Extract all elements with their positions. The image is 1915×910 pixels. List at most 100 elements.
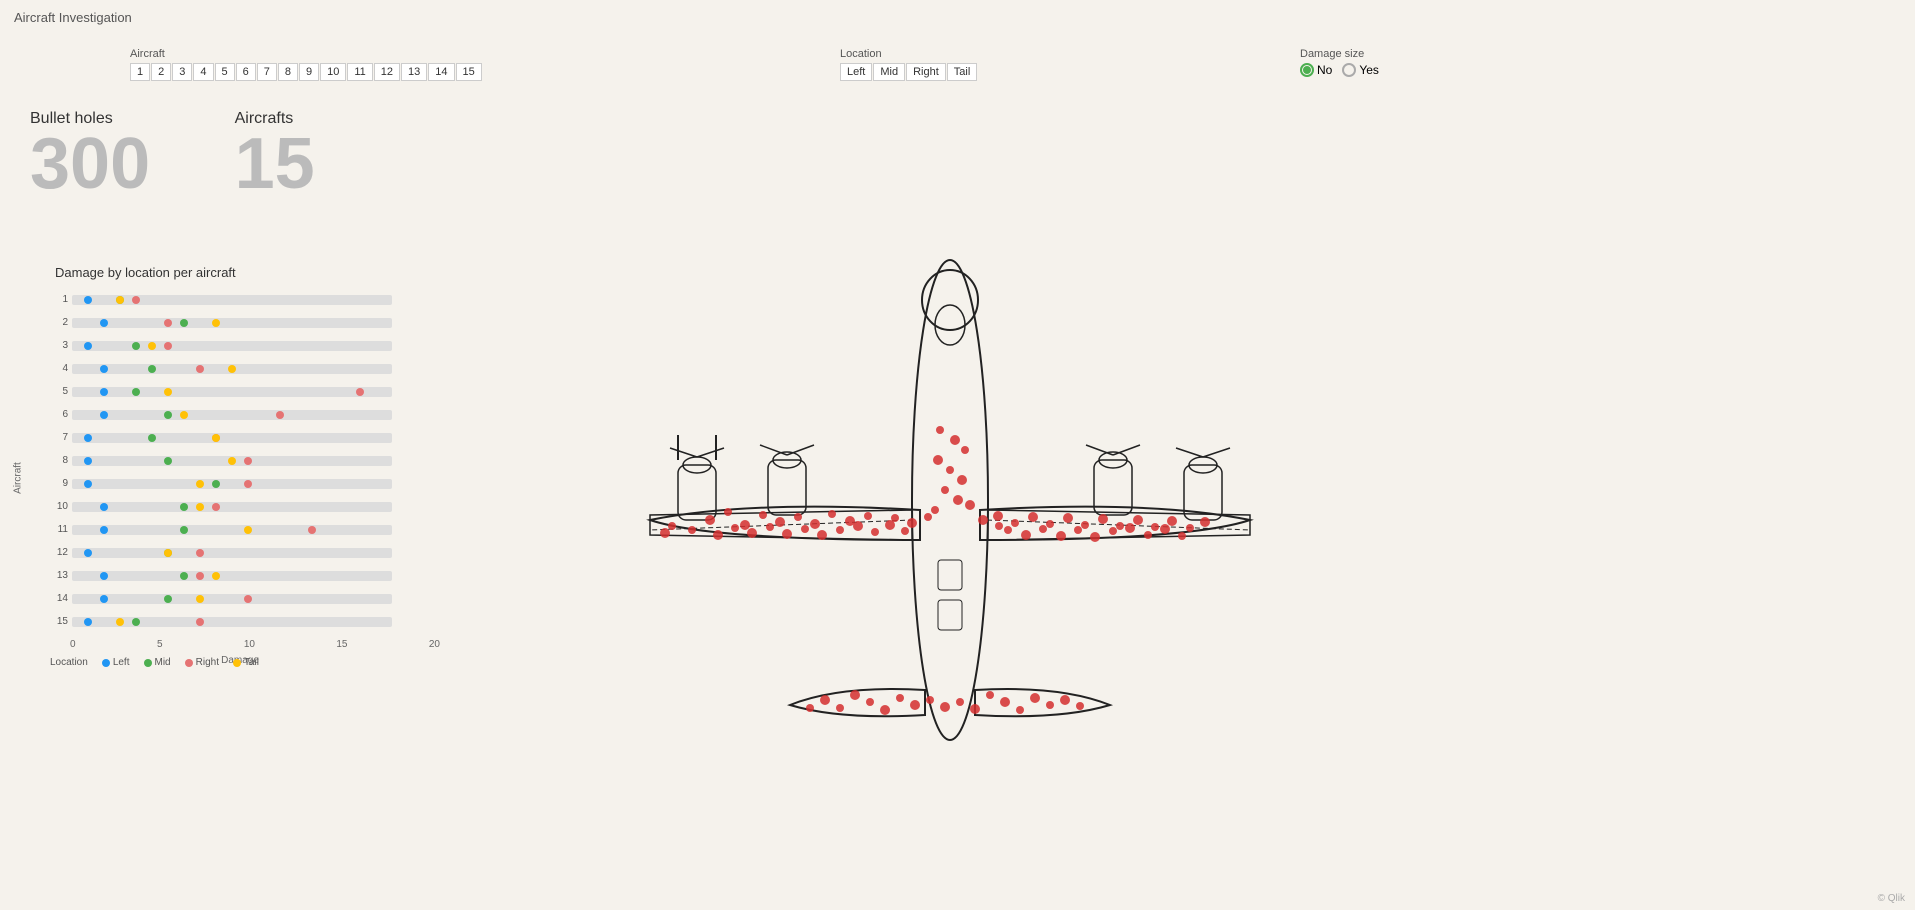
dot-mid-row-7 <box>148 434 156 442</box>
bar-area-12 <box>72 548 392 558</box>
damage-radio-no[interactable]: No <box>1300 63 1332 77</box>
legend-item-tail: Tail <box>233 657 259 668</box>
location-filter-label: Location <box>840 48 977 60</box>
bar-area-4 <box>72 364 392 374</box>
chart-inner: 123456789101112131415 <box>50 288 440 628</box>
dot-tail-row-4 <box>228 365 236 373</box>
legend-dot-right <box>185 659 193 667</box>
location-btn-mid[interactable]: Mid <box>873 63 905 81</box>
dot-right-row-6 <box>276 411 284 419</box>
dot-left-row-5 <box>100 388 108 396</box>
legend-dot-mid <box>144 659 152 667</box>
chart-row-12: 12 <box>50 541 440 564</box>
dot-tail-row-9 <box>196 480 204 488</box>
dot-left-row-15 <box>84 618 92 626</box>
row-label-4: 4 <box>50 363 68 374</box>
radio-circle-no <box>1300 63 1314 77</box>
aircrafts-block: Aircrafts 15 <box>235 110 315 200</box>
aircraft-btn-13[interactable]: 13 <box>401 63 427 81</box>
damage-radio-yes[interactable]: Yes <box>1342 63 1379 77</box>
bar-area-8 <box>72 456 392 466</box>
aircraft-btn-1[interactable]: 1 <box>130 63 150 81</box>
legend-dot-tail <box>233 659 241 667</box>
bullet-holes-value: 300 <box>30 128 150 200</box>
dot-mid-row-4 <box>148 365 156 373</box>
chart-row-11: 11 <box>50 518 440 541</box>
chart-title: Damage by location per aircraft <box>55 265 440 280</box>
dot-mid-row-14 <box>164 595 172 603</box>
aircraft-btn-14[interactable]: 14 <box>428 63 454 81</box>
dot-mid-row-13 <box>180 572 188 580</box>
aircraft-btn-3[interactable]: 3 <box>172 63 192 81</box>
legend-label-tail: Tail <box>244 657 259 668</box>
row-label-9: 9 <box>50 478 68 489</box>
aircraft-btn-5[interactable]: 5 <box>215 63 235 81</box>
row-label-2: 2 <box>50 317 68 328</box>
damage-radio-group: No Yes <box>1300 63 1379 77</box>
chart-row-15: 15 <box>50 610 440 633</box>
aircraft-btn-8[interactable]: 8 <box>278 63 298 81</box>
legend-item-mid: Mid <box>144 657 171 668</box>
aircraft-btn-11[interactable]: 11 <box>347 63 372 81</box>
dot-left-row-3 <box>84 342 92 350</box>
chart-row-7: 7 <box>50 426 440 449</box>
dot-left-row-9 <box>84 480 92 488</box>
dot-right-row-1 <box>132 296 140 304</box>
bar-area-13 <box>72 571 392 581</box>
dot-left-row-14 <box>100 595 108 603</box>
dot-right-row-5 <box>356 388 364 396</box>
aircraft-btn-10[interactable]: 10 <box>320 63 346 81</box>
dot-tail-row-15 <box>116 618 124 626</box>
legend-label-right: Right <box>196 657 219 668</box>
aircraft-btn-15[interactable]: 15 <box>456 63 482 81</box>
legend-dot-left <box>102 659 110 667</box>
location-btn-tail[interactable]: Tail <box>947 63 978 81</box>
bar-area-11 <box>72 525 392 535</box>
damage-size-label: Damage size <box>1300 48 1379 60</box>
aircraft-btn-2[interactable]: 2 <box>151 63 171 81</box>
dot-left-row-8 <box>84 457 92 465</box>
chart-row-1: 1 <box>50 288 440 311</box>
chart-legend: LocationLeftMidRightTail <box>50 657 259 668</box>
dot-tail-row-1 <box>116 296 124 304</box>
dot-tail-row-3 <box>148 342 156 350</box>
row-label-11: 11 <box>50 524 68 535</box>
bar-area-9 <box>72 479 392 489</box>
row-label-8: 8 <box>50 455 68 466</box>
x-tick-0: 0 <box>70 639 76 650</box>
chart-section: Damage by location per aircraft Aircraft… <box>20 265 440 668</box>
aircraft-diagram <box>550 130 1350 830</box>
aircraft-btn-9[interactable]: 9 <box>299 63 319 81</box>
dot-left-row-13 <box>100 572 108 580</box>
chart-row-10: 10 <box>50 495 440 518</box>
app-title: Aircraft Investigation <box>14 10 132 25</box>
dot-mid-row-8 <box>164 457 172 465</box>
row-label-13: 13 <box>50 570 68 581</box>
x-axis: 05101520 <box>70 639 440 650</box>
dot-mid-row-2 <box>180 319 188 327</box>
row-label-14: 14 <box>50 593 68 604</box>
dot-tail-row-6 <box>180 411 188 419</box>
legend-location-label: Location <box>50 657 88 668</box>
aircraft-filter: Aircraft 123456789101112131415 <box>130 48 482 81</box>
dot-right-row-14 <box>244 595 252 603</box>
dot-mid-row-6 <box>164 411 172 419</box>
location-filter-buttons: LeftMidRightTail <box>840 63 977 81</box>
aircraft-btn-12[interactable]: 12 <box>374 63 400 81</box>
dot-right-row-15 <box>196 618 204 626</box>
aircraft-btn-7[interactable]: 7 <box>257 63 277 81</box>
radio-circle-yes <box>1342 63 1356 77</box>
dot-right-row-9 <box>244 480 252 488</box>
aircraft-btn-6[interactable]: 6 <box>236 63 256 81</box>
qlik-watermark: © Qlik <box>1878 893 1905 904</box>
location-btn-left[interactable]: Left <box>840 63 872 81</box>
location-btn-right[interactable]: Right <box>906 63 946 81</box>
dot-right-row-4 <box>196 365 204 373</box>
row-label-1: 1 <box>50 294 68 305</box>
aircraft-btn-4[interactable]: 4 <box>193 63 213 81</box>
radio-label-no: No <box>1317 63 1332 77</box>
bullet-holes-block: Bullet holes 300 <box>30 110 150 200</box>
dot-left-row-4 <box>100 365 108 373</box>
dot-mid-row-9 <box>212 480 220 488</box>
dot-mid-row-5 <box>132 388 140 396</box>
